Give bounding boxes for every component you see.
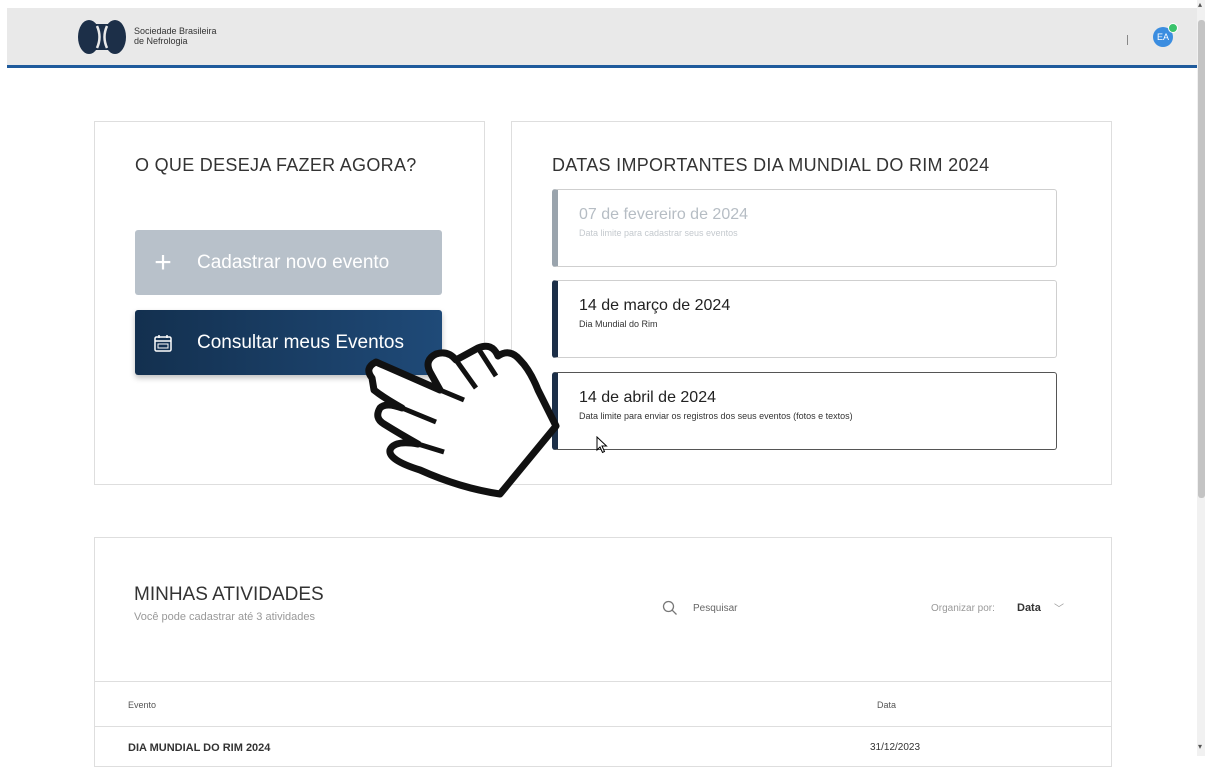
- scroll-up-arrow-icon[interactable]: ▴: [1198, 0, 1202, 9]
- dates-title: DATAS IMPORTANTES DIA MUNDIAL DO RIM 202…: [552, 155, 990, 175]
- date-item-description: Dia Mundial do Rim: [579, 319, 658, 329]
- actions-title: O QUE DESEJA FAZER AGORA?: [135, 155, 417, 175]
- date-item-description: Data limite para enviar os registros dos…: [579, 411, 853, 421]
- activities-subtitle: Você pode cadastrar até 3 atividades: [134, 611, 316, 623]
- top-header: Sociedade Brasileira de Nefrologia EA: [7, 8, 1197, 68]
- kidney-logo-icon[interactable]: [77, 18, 127, 56]
- date-item: 14 de abril de 2024 Data limite para env…: [552, 372, 1057, 450]
- org-name: Sociedade Brasileira de Nefrologia: [134, 26, 217, 46]
- date-item: 07 de fevereiro de 2024 Data limite para…: [552, 189, 1057, 267]
- my-activities-card: MINHAS ATIVIDADES Você pode cadastrar at…: [94, 537, 1112, 767]
- date-item-date: 07 de fevereiro de 2024: [579, 206, 749, 223]
- column-header-evento[interactable]: Evento: [128, 700, 156, 710]
- date-item: 14 de março de 2024 Dia Mundial do Rim: [552, 280, 1057, 358]
- plus-icon: +: [154, 246, 172, 279]
- page-left-margin: [0, 0, 7, 756]
- table-header: Evento Data: [95, 681, 1111, 727]
- important-dates-card: DATAS IMPORTANTES DIA MUNDIAL DO RIM 202…: [511, 121, 1112, 485]
- new-event-label: Cadastrar novo evento: [197, 252, 390, 273]
- sort-by-select[interactable]: Data: [1017, 602, 1041, 614]
- mouse-cursor-icon: [596, 436, 608, 454]
- org-name-line2: de Nefrologia: [134, 36, 188, 46]
- activities-title: MINHAS ATIVIDADES: [134, 584, 324, 605]
- search-input[interactable]: Pesquisar: [693, 603, 737, 614]
- org-name-line1: Sociedade Brasileira: [134, 26, 217, 36]
- scroll-down-arrow-icon[interactable]: ▾: [1198, 742, 1202, 751]
- online-status-dot: [1168, 23, 1178, 33]
- table-row-evento[interactable]: DIA MUNDIAL DO RIM 2024: [128, 742, 270, 754]
- date-item-date: 14 de março de 2024: [579, 297, 731, 314]
- chevron-down-icon[interactable]: ﹀: [1054, 600, 1064, 615]
- header-divider: [1127, 35, 1128, 45]
- table-row-data: 31/12/2023: [870, 742, 921, 753]
- date-item-description: Data limite para cadastrar seus eventos: [579, 228, 738, 238]
- column-header-data[interactable]: Data: [877, 700, 896, 710]
- sort-by-label: Organizar por:: [931, 603, 995, 614]
- date-item-date: 14 de abril de 2024: [579, 389, 716, 406]
- search-icon[interactable]: [662, 600, 678, 616]
- pointing-hand-overlay-icon: [365, 342, 560, 498]
- new-event-button[interactable]: + Cadastrar novo evento: [135, 230, 442, 295]
- calendar-icon: [151, 310, 175, 375]
- scrollbar-thumb[interactable]: [1198, 20, 1205, 498]
